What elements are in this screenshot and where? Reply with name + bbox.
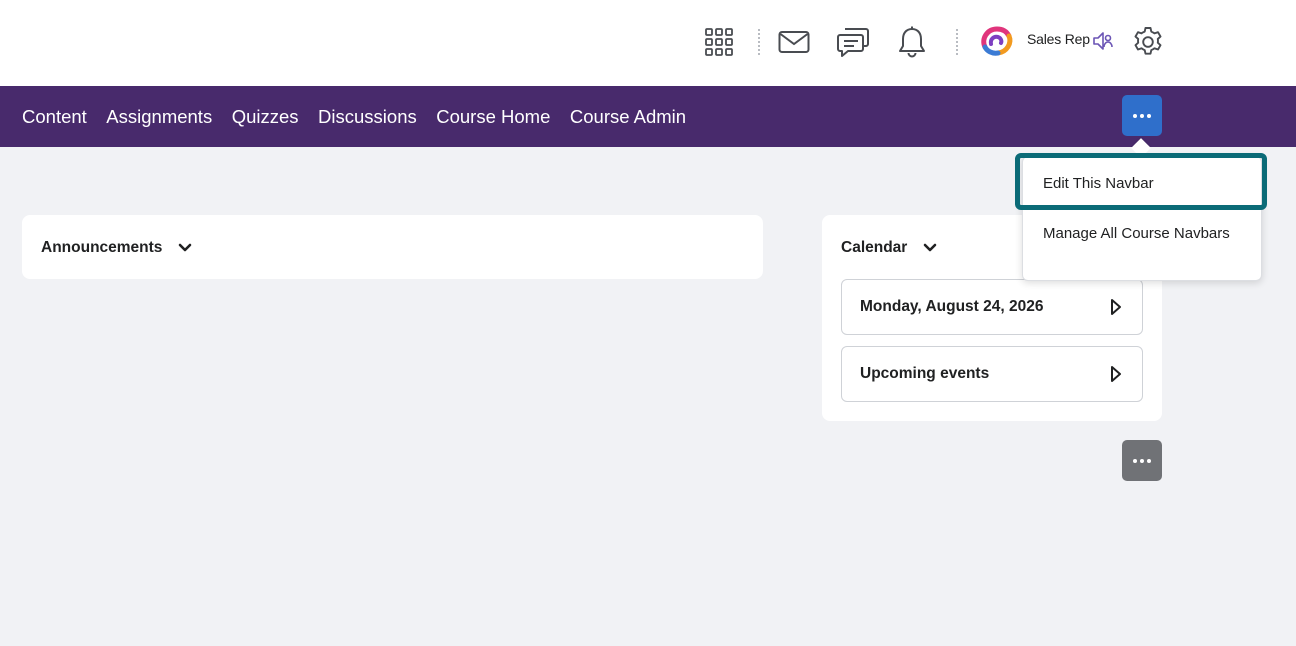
caret-right-icon xyxy=(1110,298,1122,316)
announcements-title: Announcements xyxy=(41,239,163,256)
course-navbar: Content Assignments Quizzes Discussions … xyxy=(0,86,1296,147)
user-role-label[interactable]: Sales Rep xyxy=(1027,31,1090,47)
nav-link-content[interactable]: Content xyxy=(22,106,87,128)
announcements-widget: Announcements xyxy=(22,215,763,279)
calendar-date-toggle[interactable]: Monday, August 24, 2026 xyxy=(841,279,1143,335)
navbar-links: Content Assignments Quizzes Discussions … xyxy=(22,86,706,147)
envelope-icon[interactable] xyxy=(778,29,810,55)
navbar-more-button[interactable] xyxy=(1122,95,1162,136)
message-alert-icon[interactable] xyxy=(836,26,870,58)
org-logo-icon xyxy=(979,25,1015,59)
chevron-down-icon[interactable] xyxy=(178,243,192,253)
nav-link-course-admin[interactable]: Course Admin xyxy=(570,106,686,128)
calendar-title: Calendar xyxy=(841,239,908,256)
navbar-options-menu: Edit This Navbar Manage All Course Navba… xyxy=(1022,156,1262,281)
menu-item-edit-navbar[interactable]: Edit This Navbar xyxy=(1043,174,1154,194)
top-header: Sales Rep xyxy=(0,0,1296,86)
nav-link-discussions[interactable]: Discussions xyxy=(318,106,417,128)
menu-divider xyxy=(1023,207,1261,208)
header-divider xyxy=(758,29,760,55)
calendar-header[interactable]: Calendar xyxy=(841,239,937,257)
chevron-down-icon[interactable] xyxy=(923,243,937,253)
announcements-header[interactable]: Announcements xyxy=(41,239,192,257)
more-dots-icon xyxy=(1133,113,1151,118)
waffle-grid-icon[interactable] xyxy=(704,27,734,57)
nav-link-course-home[interactable]: Course Home xyxy=(436,106,550,128)
bell-icon[interactable] xyxy=(897,26,927,58)
upcoming-events-toggle[interactable]: Upcoming events xyxy=(841,346,1143,402)
header-divider xyxy=(956,29,958,55)
more-dots-icon xyxy=(1133,458,1151,463)
menu-item-manage-navbars[interactable]: Manage All Course Navbars xyxy=(1043,224,1233,244)
gear-icon[interactable] xyxy=(1131,25,1165,59)
caret-right-icon xyxy=(1110,365,1122,383)
page-more-button[interactable] xyxy=(1122,440,1162,481)
upcoming-events-label: Upcoming events xyxy=(860,365,990,382)
calendar-date-label: Monday, August 24, 2026 xyxy=(860,298,1044,315)
role-switch-icon[interactable] xyxy=(1091,29,1115,53)
nav-link-assignments[interactable]: Assignments xyxy=(106,106,212,128)
nav-link-quizzes[interactable]: Quizzes xyxy=(232,106,299,128)
